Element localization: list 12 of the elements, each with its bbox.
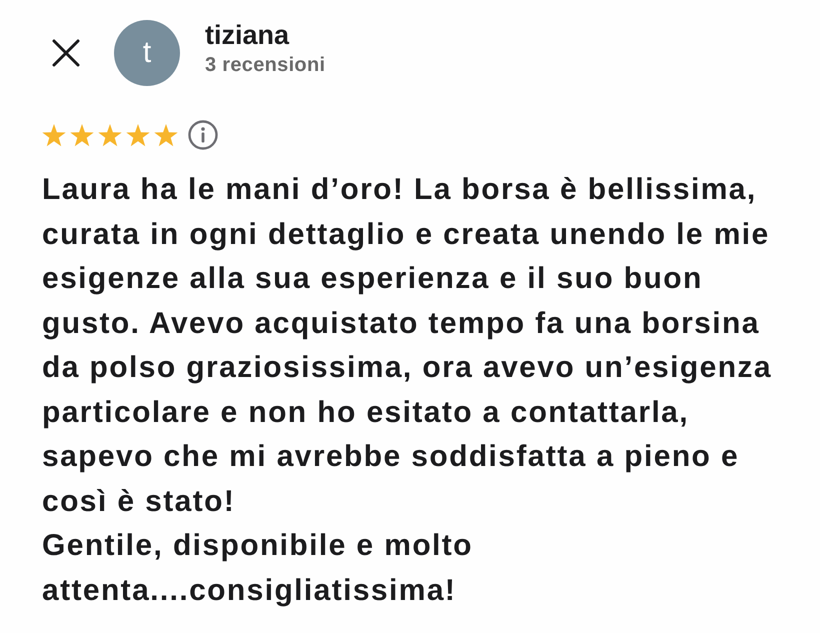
close-icon[interactable] xyxy=(52,39,80,67)
info-icon[interactable] xyxy=(188,120,218,150)
reviewer-name: tiziana xyxy=(205,19,290,51)
review-text: Laura ha le mani d’oro! La borsa è bellissima, curata in ogni dettaglio e creata unendo le mie esigenze alla sua esperienza e il suo buon gusto. Avevo acquistato tempo fa una borsina da polso graziosissima, ora avevo un’esigenza particolare e non ho esitato a contattarla, sapevo che mi avrebbe soddisfatta a pieno e così è stato! xyxy=(42,172,773,520)
star-icon xyxy=(42,124,66,146)
star-icon xyxy=(154,124,178,146)
review-count: 3 recensioni xyxy=(205,53,326,78)
star-icon xyxy=(70,124,94,146)
review-text: Gentile, disponibile e molto attenta....consigliatissima! xyxy=(42,528,474,608)
star-icon xyxy=(98,124,122,146)
avatar-initial: t xyxy=(114,20,180,86)
star-icon xyxy=(126,124,150,146)
